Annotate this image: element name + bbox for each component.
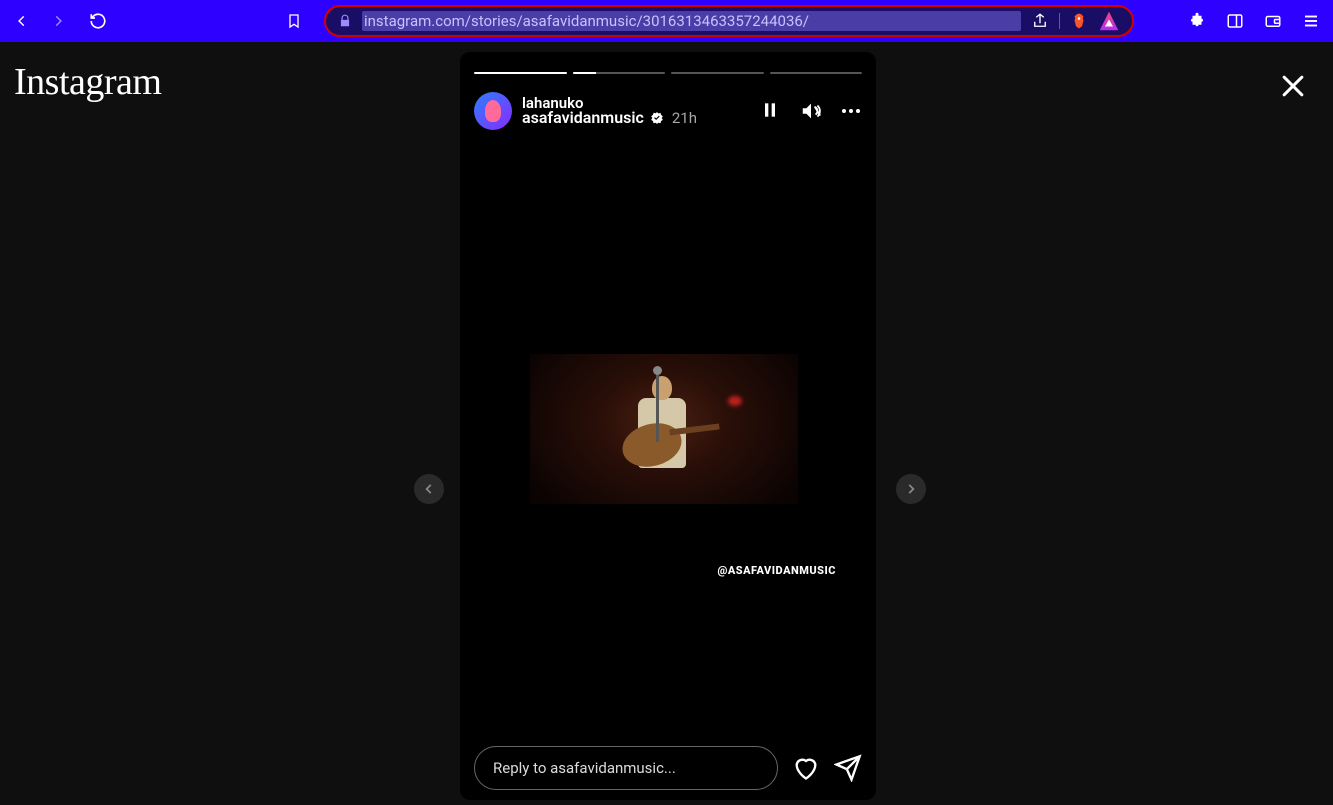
verified-icon: [650, 111, 664, 125]
browser-toolbar: instagram.com/stories/asafavidanmusic/30…: [0, 0, 1333, 42]
share-button[interactable]: [834, 754, 862, 782]
back-button[interactable]: [8, 7, 36, 35]
pause-button[interactable]: [760, 100, 782, 122]
mention-tag[interactable]: @ASAFAVIDANMUSIC: [717, 564, 836, 577]
url-text: instagram.com/stories/asafavidanmusic/30…: [362, 11, 1021, 31]
progress-segment[interactable]: [671, 72, 764, 74]
previous-story-button[interactable]: [414, 474, 444, 504]
extensions-icon[interactable]: [1183, 7, 1211, 35]
progress-segment[interactable]: [573, 72, 666, 74]
sidepanel-icon[interactable]: [1221, 7, 1249, 35]
story-viewer: lahanuko asafavidanmusic 21h: [460, 52, 876, 800]
reply-row: Reply to asafavidanmusic...: [474, 746, 862, 790]
share-icon[interactable]: [1031, 12, 1049, 30]
brave-icon[interactable]: [1070, 12, 1088, 30]
progress-segment[interactable]: [770, 72, 863, 74]
reply-input[interactable]: Reply to asafavidanmusic...: [474, 746, 778, 790]
next-story-button[interactable]: [896, 474, 926, 504]
lock-icon: [338, 14, 352, 28]
instagram-logo[interactable]: Instagram: [14, 60, 161, 104]
avatar[interactable]: [474, 92, 512, 130]
username[interactable]: asafavidanmusic: [522, 110, 644, 126]
story-media[interactable]: [530, 354, 798, 504]
forward-button[interactable]: [44, 7, 72, 35]
story-header: lahanuko asafavidanmusic 21h: [474, 92, 862, 130]
bookmark-button[interactable]: [280, 7, 308, 35]
brave-rewards-icon[interactable]: [1098, 10, 1120, 32]
address-bar[interactable]: instagram.com/stories/asafavidanmusic/30…: [324, 5, 1134, 37]
divider: [1059, 13, 1060, 29]
progress-bar: [474, 72, 862, 74]
timestamp: 21h: [672, 111, 697, 126]
close-button[interactable]: [1277, 70, 1309, 102]
menu-icon[interactable]: [1297, 7, 1325, 35]
reload-button[interactable]: [84, 7, 112, 35]
progress-segment[interactable]: [474, 72, 567, 74]
wallet-icon[interactable]: [1259, 7, 1287, 35]
like-button[interactable]: [792, 754, 820, 782]
more-options-button[interactable]: [840, 100, 862, 122]
page-content: Instagram lahanuko asafavidanmusic 21h: [0, 42, 1333, 805]
mute-button[interactable]: [800, 100, 822, 122]
